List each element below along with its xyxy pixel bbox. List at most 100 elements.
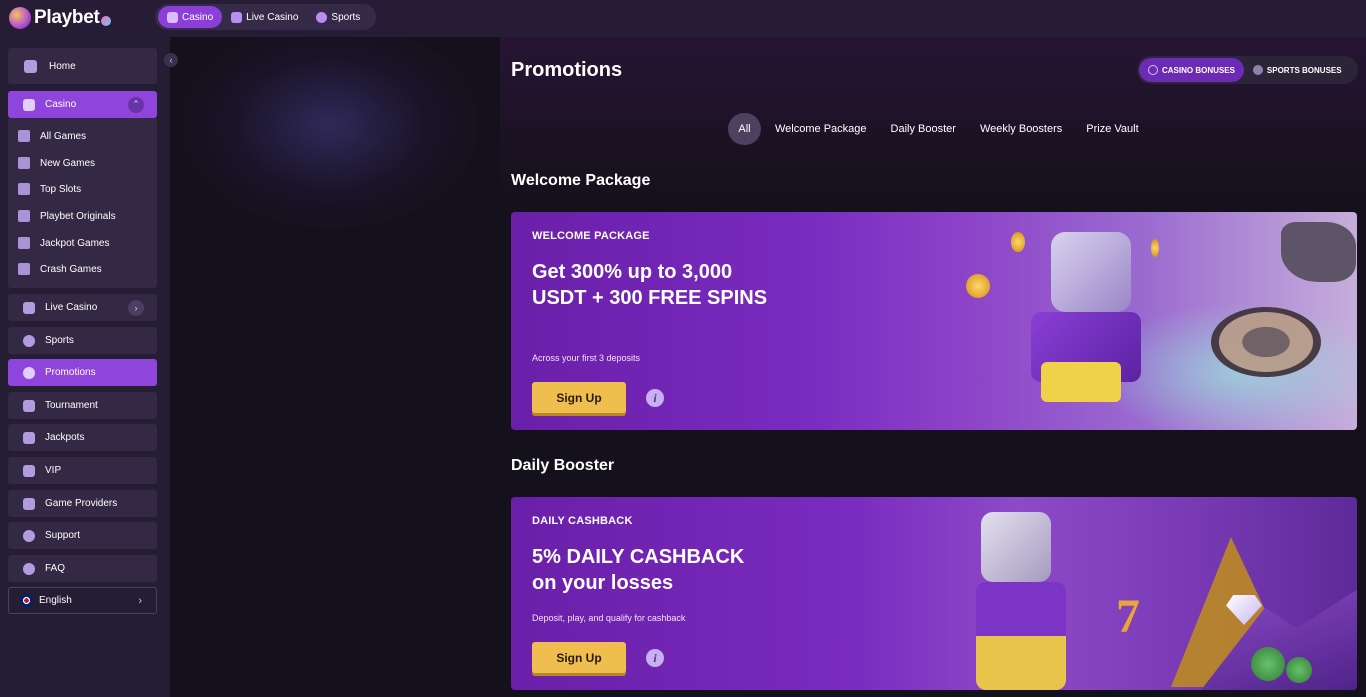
- games-icon: [18, 130, 30, 142]
- sidebar-item-label: Tournament: [45, 400, 98, 411]
- top-bar: Playbet Casino Live Casino Sports: [0, 0, 1366, 37]
- sidebar-item-jackpot-games[interactable]: Jackpot Games: [8, 232, 157, 254]
- sidebar-item-faq[interactable]: FAQ: [8, 555, 157, 582]
- sidebar-item-label: Support: [45, 530, 81, 541]
- ball-icon: [1252, 65, 1263, 75]
- clover-icon: [1286, 657, 1312, 683]
- play-icon: [18, 210, 30, 222]
- top-nav-casino[interactable]: Casino: [158, 6, 223, 28]
- info-icon[interactable]: i: [646, 389, 664, 407]
- sidebar-item-casino[interactable]: Casino ⌃: [8, 91, 157, 118]
- welcome-package-banner: WELCOME PACKAGE Get 300% up to 3,000 USD…: [511, 212, 1357, 430]
- chevron-up-icon[interactable]: ⌃: [128, 96, 144, 113]
- logo[interactable]: Playbet: [9, 5, 111, 31]
- bonus-type-toggle: CASINO BONUSES SPORTS BONUSES: [1137, 56, 1358, 84]
- sidebar-item-playbet-originals[interactable]: Playbet Originals: [8, 205, 157, 227]
- top-nav-label: Casino: [182, 11, 214, 23]
- sidebar-item-label: Promotions: [45, 367, 96, 378]
- diamond-icon: [23, 464, 35, 477]
- sidebar-item-promotions[interactable]: Promotions: [8, 359, 157, 386]
- promotion-filters: All Welcome Package Daily Booster Weekly…: [728, 113, 1151, 145]
- section-title-daily-booster: Daily Booster: [511, 457, 615, 474]
- filter-all[interactable]: All: [728, 113, 761, 145]
- lucky-seven-icon: 7: [1116, 590, 1140, 643]
- sidebar-item-tournament[interactable]: Tournament: [8, 392, 157, 419]
- sidebar-item-crash-games[interactable]: Crash Games: [8, 258, 157, 280]
- filter-prize-vault[interactable]: Prize Vault: [1074, 113, 1150, 145]
- dealer-icon: [231, 11, 243, 23]
- banner-headline: Get 300% up to 3,000 USDT + 300 FREE SPI…: [532, 261, 768, 309]
- plane-icon: [18, 263, 30, 275]
- chevron-right-icon: ›: [138, 594, 142, 607]
- home-icon: [24, 59, 37, 73]
- casino-bonuses-tab[interactable]: CASINO BONUSES: [1139, 58, 1244, 82]
- banner-eyebrow: DAILY CASHBACK: [532, 515, 633, 527]
- coin-icon: [966, 274, 990, 298]
- sidebar-item-label: Live Casino: [45, 302, 98, 313]
- logo-text: Playbet: [34, 7, 100, 28]
- chevron-right-icon[interactable]: ›: [128, 299, 144, 316]
- sidebar-item-label: VIP: [45, 465, 62, 476]
- sidebar-item-jackpots[interactable]: Jackpots: [8, 424, 157, 451]
- sidebar-item-game-providers[interactable]: Game Providers: [8, 490, 157, 517]
- jackpot-icon: [23, 431, 35, 444]
- language-selector[interactable]: English ›: [8, 587, 157, 614]
- floating-rock: [1281, 222, 1356, 282]
- sports-bonuses-tab[interactable]: SPORTS BONUSES: [1244, 58, 1351, 82]
- filter-daily-booster[interactable]: Daily Booster: [879, 113, 968, 145]
- sidebar-item-home[interactable]: Home: [8, 48, 157, 84]
- dealer-icon: [23, 301, 35, 314]
- robot-head-icon: [981, 512, 1051, 582]
- logo-dot-icon: [100, 16, 111, 26]
- sidebar-item-live-casino[interactable]: Live Casino ›: [8, 294, 157, 321]
- coin-icon: [1011, 232, 1025, 252]
- sidebar-item-all-games[interactable]: All Games: [8, 125, 157, 147]
- question-icon: [23, 562, 35, 575]
- sidebar-item-vip[interactable]: VIP: [8, 457, 157, 484]
- filter-weekly-boosters[interactable]: Weekly Boosters: [968, 113, 1074, 145]
- casino-icon: [167, 11, 178, 23]
- filter-welcome-package[interactable]: Welcome Package: [763, 113, 879, 145]
- robot-head-icon: [1051, 232, 1131, 312]
- sidebar-item-label: FAQ: [45, 563, 66, 574]
- sidebar-item-top-slots[interactable]: Top Slots: [8, 178, 157, 200]
- gift-icon: [23, 366, 35, 379]
- sidebar-item-label: Home: [49, 60, 76, 72]
- grid-icon: [23, 497, 35, 510]
- collapse-sidebar-button[interactable]: ‹: [164, 53, 178, 67]
- tab-label: CASINO BONUSES: [1162, 65, 1235, 75]
- casino-submenu: All Games New Games Top Slots Playbet Or…: [8, 118, 157, 288]
- roulette-wheel-icon: [1211, 307, 1321, 377]
- daily-cashback-banner: 7 DAILY CASHBACK 5% DAILY CASHBACK on yo…: [511, 497, 1357, 690]
- sidebar-item-label: Casino: [45, 99, 77, 110]
- uk-flag-icon: [20, 594, 33, 607]
- sidebar-item-label: Playbet Originals: [40, 210, 116, 222]
- sidebar-item-new-games[interactable]: New Games: [8, 152, 157, 174]
- sign-up-button[interactable]: Sign Up: [532, 382, 626, 413]
- coin-icon: [1151, 239, 1159, 257]
- robot-body: [976, 582, 1066, 690]
- language-label: English: [39, 595, 72, 606]
- sign-up-button[interactable]: Sign Up: [532, 642, 626, 673]
- sidebar-item-label: Game Providers: [45, 498, 118, 509]
- tab-label: SPORTS BONUSES: [1266, 65, 1342, 75]
- jackpot-icon: [18, 237, 30, 249]
- ball-icon: [23, 334, 35, 347]
- headset-icon: [23, 529, 35, 542]
- banner-subtext: Across your first 3 deposits: [532, 353, 641, 363]
- top-nav-label: Live Casino: [246, 11, 299, 23]
- background-glow: [180, 20, 480, 230]
- sidebar-item-label: Jackpot Games: [40, 237, 110, 249]
- sidebar-item-label: Jackpots: [45, 432, 85, 443]
- clover-icon: [1251, 647, 1285, 681]
- info-icon[interactable]: i: [646, 649, 664, 667]
- sidebar-item-support[interactable]: Support: [8, 522, 157, 549]
- cherry-icon: [18, 183, 30, 195]
- play-circle-icon: [1148, 65, 1158, 75]
- sidebar-item-label: New Games: [40, 157, 96, 169]
- lightning-icon: [18, 157, 30, 169]
- trophy-icon: [23, 399, 35, 412]
- page-title: Promotions: [511, 59, 623, 81]
- banner-subtext: Deposit, play, and qualify for cashback: [532, 613, 686, 623]
- sidebar-item-sports[interactable]: Sports: [8, 327, 157, 354]
